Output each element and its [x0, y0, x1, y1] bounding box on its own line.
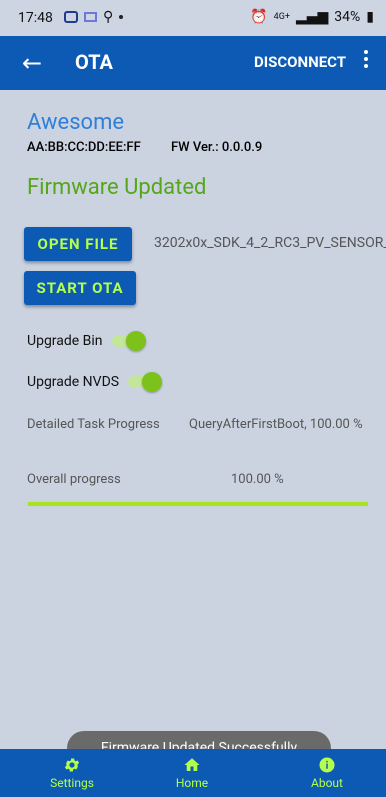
alarm-icon: ⏰ — [250, 9, 268, 25]
task-progress-value: QueryAfterFirstBoot, 100.00 % — [189, 417, 363, 432]
selected-filename: 3202x0x_SDK_4_2_RC3_PV_SENSOR_ — [154, 235, 386, 251]
message-icon — [84, 12, 97, 22]
nav-home[interactable]: Home — [142, 749, 242, 797]
nav-settings-label: Settings — [50, 776, 94, 790]
arrow-left-icon[interactable]: ← — [22, 49, 42, 77]
overall-progress-label: Overall progress — [27, 472, 121, 487]
home-icon — [184, 758, 200, 771]
upgrade-bin-label: Upgrade Bin — [27, 333, 103, 349]
upgrade-nvds-label: Upgrade NVDS — [27, 374, 120, 390]
overall-progress-bar — [28, 502, 368, 506]
photo-icon — [64, 11, 78, 23]
info-icon — [319, 757, 335, 773]
device-name: Awesome — [27, 110, 125, 135]
nav-home-label: Home — [175, 776, 209, 790]
open-file-button[interactable]: OPEN FILE — [24, 227, 132, 261]
battery-icon: ▮ — [366, 9, 374, 25]
page-title: OTA — [75, 50, 113, 74]
bottom-nav: Settings Home About — [0, 749, 386, 797]
more-vert-icon[interactable] — [364, 50, 368, 68]
upgrade-nvds-switch[interactable] — [126, 371, 162, 393]
status-time: 17:48 — [18, 10, 53, 26]
start-ota-button[interactable]: START OTA — [24, 271, 136, 305]
device-mac: AA:BB:CC:DD:EE:FF — [27, 140, 141, 155]
dot-icon — [119, 15, 124, 19]
app-bar: ← OTA DISCONNECT — [0, 36, 386, 90]
task-progress-label: Detailed Task Progress — [27, 417, 160, 432]
nav-settings[interactable]: Settings — [22, 749, 122, 797]
nav-about-label: About — [311, 776, 343, 790]
overall-progress-fill — [28, 502, 368, 506]
firmware-status: Firmware Updated — [27, 175, 207, 200]
status-bar: 17:48 ⚲ ⏰ 4G+ ▂▄▆ 34% ▮ — [0, 0, 386, 36]
overall-progress-value: 100.00 % — [231, 472, 284, 487]
signal-bars-icon: ▂▄▆ — [295, 9, 329, 25]
signal-icon: ⚲ — [103, 9, 114, 25]
gear-icon — [64, 758, 80, 772]
upgrade-bin-switch[interactable] — [110, 330, 146, 352]
nav-about[interactable]: About — [277, 749, 377, 797]
disconnect-button[interactable]: DISCONNECT — [254, 53, 346, 71]
network-type: 4G+ — [273, 12, 290, 22]
firmware-version: FW Ver.: 0.0.0.9 — [171, 140, 263, 155]
battery-level: 34% — [334, 9, 361, 25]
